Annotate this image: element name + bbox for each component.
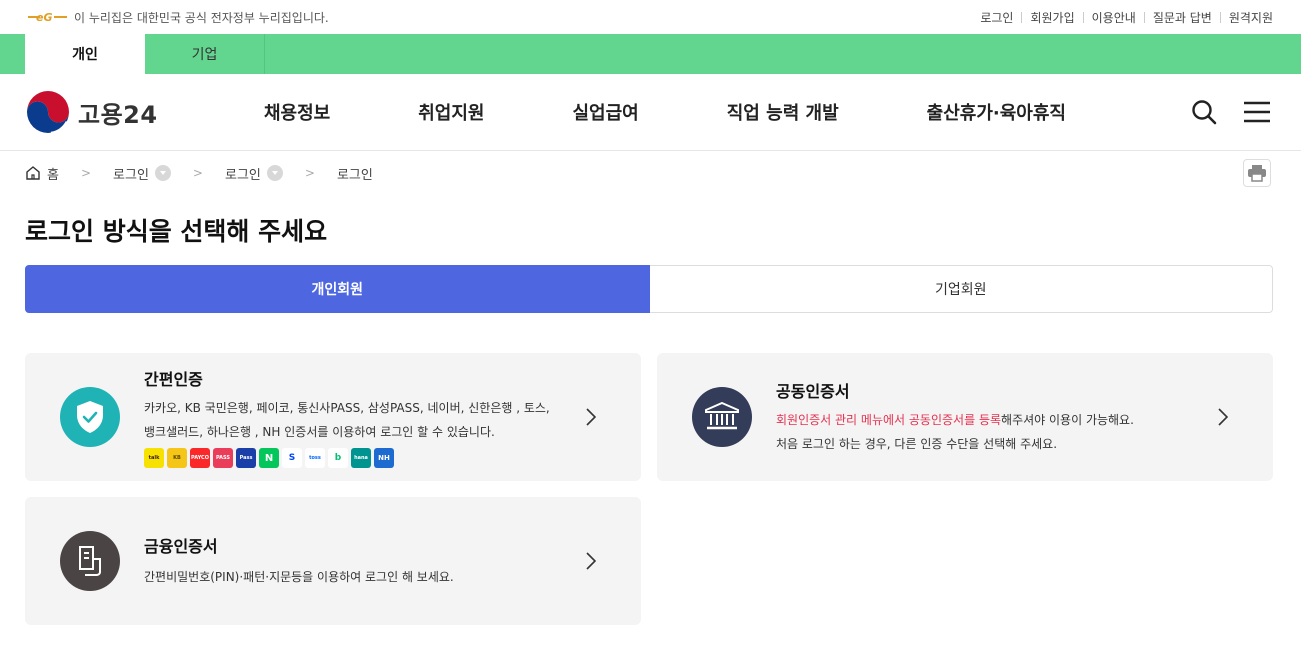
breadcrumb-home[interactable]: 홈 <box>25 164 59 183</box>
nav-parental-leave[interactable]: 출산휴가·육아휴직 <box>927 99 1066 125</box>
utility-links: 로그인 회원가입 이용안내 질문과 답변 원격지원 <box>972 9 1273 26</box>
hana-bank-icon: hana <box>351 448 371 468</box>
financial-certificate-card[interactable]: 금융인증서 간편비밀번호(PIN)·패턴·지문등을 이용하여 로그인 해 보세요… <box>25 497 641 625</box>
card-body: 금융인증서 간편비밀번호(PIN)·패턴·지문등을 이용하여 로그인 해 보세요… <box>120 533 581 589</box>
gov-banner-left: eG 이 누리집은 대한민국 공식 전자정부 누리집입니다. <box>26 9 329 26</box>
document-icon <box>60 531 120 591</box>
chevron-down-icon <box>266 165 283 181</box>
breadcrumb: 홈 > 로그인 > 로그인 > 로그인 <box>25 164 373 183</box>
nav-employment-support[interactable]: 취업지원 <box>418 99 484 125</box>
provider-icons: talk KB PAYCO PASS Pass N S toss b hana … <box>144 448 581 468</box>
chevron-right-icon: > <box>192 166 203 180</box>
chevron-right-icon <box>581 552 601 570</box>
card-description: 카카오, KB 국민은행, 페이코, 통신사PASS, 삼성PASS, 네이버,… <box>144 396 581 444</box>
chevron-down-icon <box>154 165 171 181</box>
breadcrumb-label: 로그인 <box>113 167 149 183</box>
util-remote-support-link[interactable]: 원격지원 <box>1221 9 1273 26</box>
nh-bank-icon: NH <box>374 448 394 468</box>
user-type-tabs: 개인 기업 <box>0 34 1301 74</box>
print-button[interactable] <box>1243 159 1271 187</box>
printer-icon <box>1248 165 1266 182</box>
chevron-right-icon <box>1213 408 1233 426</box>
card-body: 간편인증 카카오, KB 국민은행, 페이코, 통신사PASS, 삼성PASS,… <box>120 366 581 468</box>
card-description-line: 회원인증서 관리 메뉴에서 공동인증서를 등록해주셔야 이용이 가능해요. <box>776 408 1213 432</box>
util-qna-link[interactable]: 질문과 답변 <box>1145 9 1220 26</box>
util-signup-link[interactable]: 회원가입 <box>1022 9 1082 26</box>
card-description-line: 뱅크샐러드, 하나은행 , NH 인증서를 이용하여 로그인 할 수 있습니다. <box>144 425 495 439</box>
svg-text:eG: eG <box>36 11 53 24</box>
breadcrumb-label: 로그인 <box>336 167 373 183</box>
search-button[interactable] <box>1191 99 1217 125</box>
chevron-right-icon: > <box>80 166 92 180</box>
member-type-tabs: 개인회원 기업회원 <box>25 265 1273 313</box>
breadcrumb-label: 로그인 <box>224 167 261 183</box>
search-icon <box>1192 100 1217 125</box>
pass-icon: PASS <box>213 448 233 468</box>
page-title: 로그인 방식을 선택해 주세요 <box>25 217 328 246</box>
breadcrumb-item-login-current: 로그인 <box>337 164 373 183</box>
description-text: 해주셔야 이용이 가능해요. <box>1001 413 1134 427</box>
taegeuk-logo-icon <box>26 90 70 134</box>
menu-button[interactable] <box>1243 101 1271 123</box>
nav-unemployment-benefit[interactable]: 실업급여 <box>573 99 639 125</box>
shinhan-bank-icon: S <box>282 448 302 468</box>
breadcrumb-item-login-2[interactable]: 로그인 <box>225 164 283 183</box>
naver-icon: N <box>259 448 279 468</box>
chevron-right-icon <box>581 408 601 426</box>
bank-building-icon <box>692 387 752 447</box>
util-guide-link[interactable]: 이용안내 <box>1084 9 1144 26</box>
nav-job-skill-development[interactable]: 직업 능력 개발 <box>727 99 839 125</box>
site-header: 고용24 채용정보 취업지원 실업급여 직업 능력 개발 출산휴가·육아휴직 <box>0 74 1301 151</box>
header-icons <box>1191 99 1271 125</box>
login-method-cards: 간편인증 카카오, KB 국민은행, 페이코, 통신사PASS, 삼성PASS,… <box>0 353 1301 633</box>
card-description: 회원인증서 관리 메뉴에서 공동인증서를 등록해주셔야 이용이 가능해요. 처음… <box>776 408 1213 456</box>
home-icon <box>26 166 40 180</box>
card-title: 간편인증 <box>144 370 203 389</box>
hamburger-menu-icon <box>1244 101 1270 123</box>
tab-company[interactable]: 기업 <box>145 34 265 74</box>
card-title: 금융인증서 <box>144 537 218 556</box>
shield-check-icon <box>60 387 120 447</box>
card-title: 공동인증서 <box>776 382 850 401</box>
breadcrumb-row: 홈 > 로그인 > 로그인 > 로그인 <box>0 151 1301 195</box>
egov-logo-icon: eG <box>28 11 67 24</box>
joint-certificate-card[interactable]: 공동인증서 회원인증서 관리 메뉴에서 공동인증서를 등록해주셔야 이용이 가능… <box>657 353 1273 481</box>
tab-personal-member[interactable]: 개인회원 <box>25 265 650 313</box>
gov-banner-text: 이 누리집은 대한민국 공식 전자정부 누리집입니다. <box>74 10 329 25</box>
util-login-link[interactable]: 로그인 <box>972 9 1021 26</box>
simple-auth-card[interactable]: 간편인증 카카오, KB 국민은행, 페이코, 통신사PASS, 삼성PASS,… <box>25 353 641 481</box>
payco-icon: PAYCO <box>190 448 210 468</box>
brand-logo[interactable]: 고용24 <box>26 90 226 134</box>
card-body: 공동인증서 회원인증서 관리 메뉴에서 공동인증서를 등록해주셔야 이용이 가능… <box>752 378 1213 456</box>
samsung-pass-icon: Pass <box>236 448 256 468</box>
banksalad-icon: b <box>328 448 348 468</box>
card-description-line: 처음 로그인 하는 경우, 다른 인증 수단을 선택해 주세요. <box>776 437 1058 451</box>
toss-icon: toss <box>305 448 325 468</box>
breadcrumb-item-login-1[interactable]: 로그인 <box>113 164 171 183</box>
nav-jobs[interactable]: 채용정보 <box>264 99 330 125</box>
highlight-text: 회원인증서 관리 메뉴에서 공동인증서를 등록 <box>776 413 1002 427</box>
gov-banner: eG 이 누리집은 대한민국 공식 전자정부 누리집입니다. 로그인 회원가입 … <box>0 0 1301 34</box>
card-description: 간편비밀번호(PIN)·패턴·지문등을 이용하여 로그인 해 보세요. <box>144 570 454 584</box>
kakao-icon: talk <box>144 448 164 468</box>
breadcrumb-label: 홈 <box>47 167 59 183</box>
card-description-line: 카카오, KB 국민은행, 페이코, 통신사PASS, 삼성PASS, 네이버,… <box>144 401 550 415</box>
tab-company-member[interactable]: 기업회원 <box>649 265 1273 313</box>
main-nav: 채용정보 취업지원 실업급여 직업 능력 개발 출산휴가·육아휴직 <box>226 99 1191 125</box>
brand-name: 고용24 <box>78 100 158 129</box>
tab-personal[interactable]: 개인 <box>25 34 145 74</box>
chevron-right-icon: > <box>304 166 315 180</box>
kb-bank-icon: KB <box>167 448 187 468</box>
